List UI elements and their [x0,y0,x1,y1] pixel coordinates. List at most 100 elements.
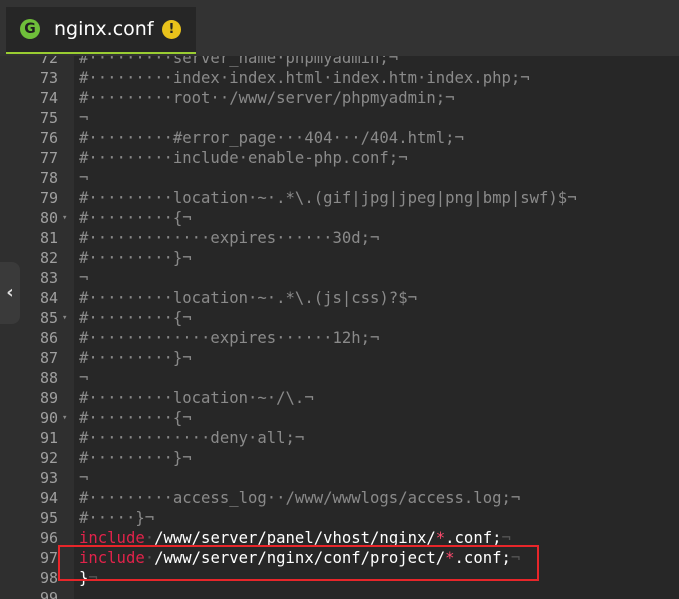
comment-text: #·········}¬ [79,449,192,467]
line-text: #·········include·enable-php.conf;¬ [79,148,408,168]
line-number: 79 [39,189,58,207]
line-text: ¬ [79,268,88,288]
whitespace-marker: · [144,549,155,567]
line-text: #·········index·index.html·index.htm·ind… [79,68,530,88]
fold-arrow-icon[interactable]: ▾ [62,308,67,328]
comment-text: #·········index·index.html·index.htm·ind… [79,69,530,87]
code-line[interactable]: 78 ¬ [0,168,679,188]
comment-text: #·········server_name·phpmyadmin;¬ [79,56,399,67]
line-number: 74 [39,89,58,107]
line-text: ¬ [79,368,88,388]
line-text: #·········access_log··/www/wwwlogs/acces… [79,488,520,508]
code-line[interactable]: 94 #·········access_log··/www/wwwlogs/acc… [0,488,679,508]
line-number: 75 [39,109,58,127]
code-line[interactable]: 81 #·············expires······30d;¬ [0,228,679,248]
fold-arrow-icon[interactable]: ▾ [62,208,67,228]
comment-text: #·········include·enable-php.conf;¬ [79,149,408,167]
code-line[interactable]: 79 #·········location·~·.*\.(gif|jpg|jpeg… [0,188,679,208]
include-path: /www/server/panel/vhost/nginx/ [154,529,436,547]
line-number: 78 [39,169,58,187]
code-editor[interactable]: 72 #·········server_name·phpmyadmin;¬ 73 #·… [0,56,679,599]
comment-text: #·········location·~·.*\.(js|css)?$¬ [79,289,417,307]
comment-text: ¬ [79,169,89,187]
line-text: #·········location·~·.*\.(gif|jpg|jpeg|p… [79,188,577,208]
comment-text: #·········{¬ [79,409,192,427]
line-text: #·············expires······12h;¬ [79,328,379,348]
include-suffix: .conf; [445,529,502,547]
comment-text: #·········}¬ [79,249,192,267]
line-text: ¬ [79,108,88,128]
fold-arrow-icon[interactable]: ▾ [62,408,67,428]
comment-text: #·········#error_page···404···/404.html;… [79,129,464,147]
code-line[interactable]: 88 ¬ [0,368,679,388]
line-number: 99 [39,589,58,599]
comment-text: #·····}¬ [79,509,155,527]
code-line[interactable]: 98}¬ [0,568,679,588]
chevron-left-icon: ‹ [6,282,14,303]
line-text: #·········location·~·/\.¬ [79,388,314,408]
code-line[interactable]: 97 include·/www/server/nginx/conf/project… [0,548,679,568]
line-number: 80 [39,209,58,227]
line-text: #·········{¬ [79,208,192,228]
code-line[interactable]: 93 ¬ [0,468,679,488]
code-line[interactable]: 74 #·········root··/www/server/phpmyadmin… [0,88,679,108]
comment-text: ¬ [79,269,89,287]
line-text: ¬ [79,468,88,488]
eol-marker: ¬ [501,529,511,547]
code-line[interactable]: 72 #·········server_name·phpmyadmin;¬ [0,56,679,68]
collapse-panel-handle[interactable]: ‹ [0,262,20,324]
code-line[interactable]: 90 ▾ #·········{¬ [0,408,679,428]
code-line[interactable]: 86 #·············expires······12h;¬ [0,328,679,348]
line-text: #·········location·~·.*\.(js|css)?$¬ [79,288,417,308]
comment-text: ¬ [79,369,89,387]
code-line[interactable]: 83 ¬ [0,268,679,288]
nginx-file-icon: G [20,19,40,39]
comment-text: ¬ [79,469,89,487]
warning-icon[interactable]: ! [162,20,181,39]
comment-text: #·········root··/www/server/phpmyadmin;¬ [79,89,455,107]
eol-marker: ¬ [88,569,98,587]
include-keyword: include [79,529,145,547]
code-line[interactable]: 89 #·········location·~·/\.¬ [0,388,679,408]
line-number: 87 [39,349,58,367]
line-text: #·····}¬ [79,508,154,528]
line-number: 91 [39,429,58,447]
code-line[interactable]: 82 #·········}¬ [0,248,679,268]
line-number: 77 [39,149,58,167]
line-text: include·/www/server/panel/vhost/nginx/*.… [79,528,511,548]
line-text: #·············deny·all;¬ [79,428,304,448]
comment-text: #·········location·~·.*\.(gif|jpg|jpeg|p… [79,189,577,207]
line-number: 92 [39,449,58,467]
code-line[interactable]: 92 #·········}¬ [0,448,679,468]
line-number: 76 [39,129,58,147]
glob-wildcard: * [435,529,446,547]
code-line[interactable]: 84 #·········location·~·.*\.(js|css)?$¬ [0,288,679,308]
code-line[interactable]: 75 ¬ [0,108,679,128]
code-line[interactable]: 87 #·········}¬ [0,348,679,368]
comment-text: #·············deny·all;¬ [79,429,305,447]
file-tab[interactable]: G nginx.conf ! [6,7,196,54]
code-line[interactable]: 73 #·········index·index.html·index.htm·i… [0,68,679,88]
code-line[interactable]: 99 [0,588,679,599]
comment-text: #·············expires······12h;¬ [79,329,380,347]
line-text: #·········{¬ [79,408,192,428]
code-line[interactable]: 80 ▾ #·········{¬ [0,208,679,228]
line-text: }¬ [79,568,98,588]
code-line[interactable]: 76 #·········#error_page···404···/404.htm… [0,128,679,148]
line-number: 93 [39,469,58,487]
line-number: 72 [39,56,58,67]
line-number: 90 [39,409,58,427]
code-line[interactable]: 85 ▾ #·········{¬ [0,308,679,328]
code-line[interactable]: 91 #·············deny·all;¬ [0,428,679,448]
code-line[interactable]: 77 #·········include·enable-php.conf;¬ [0,148,679,168]
code-line[interactable]: 96 include·/www/server/panel/vhost/nginx/… [0,528,679,548]
line-number: 89 [39,389,58,407]
whitespace-marker: · [144,529,155,547]
comment-text: #·········}¬ [79,349,192,367]
line-text: ¬ [79,168,88,188]
closing-brace: } [79,569,89,587]
line-text: #·············expires······30d;¬ [79,228,379,248]
line-text: #·········server_name·phpmyadmin;¬ [79,56,398,68]
line-number: 86 [39,329,58,347]
code-line[interactable]: 95 #·····}¬ [0,508,679,528]
